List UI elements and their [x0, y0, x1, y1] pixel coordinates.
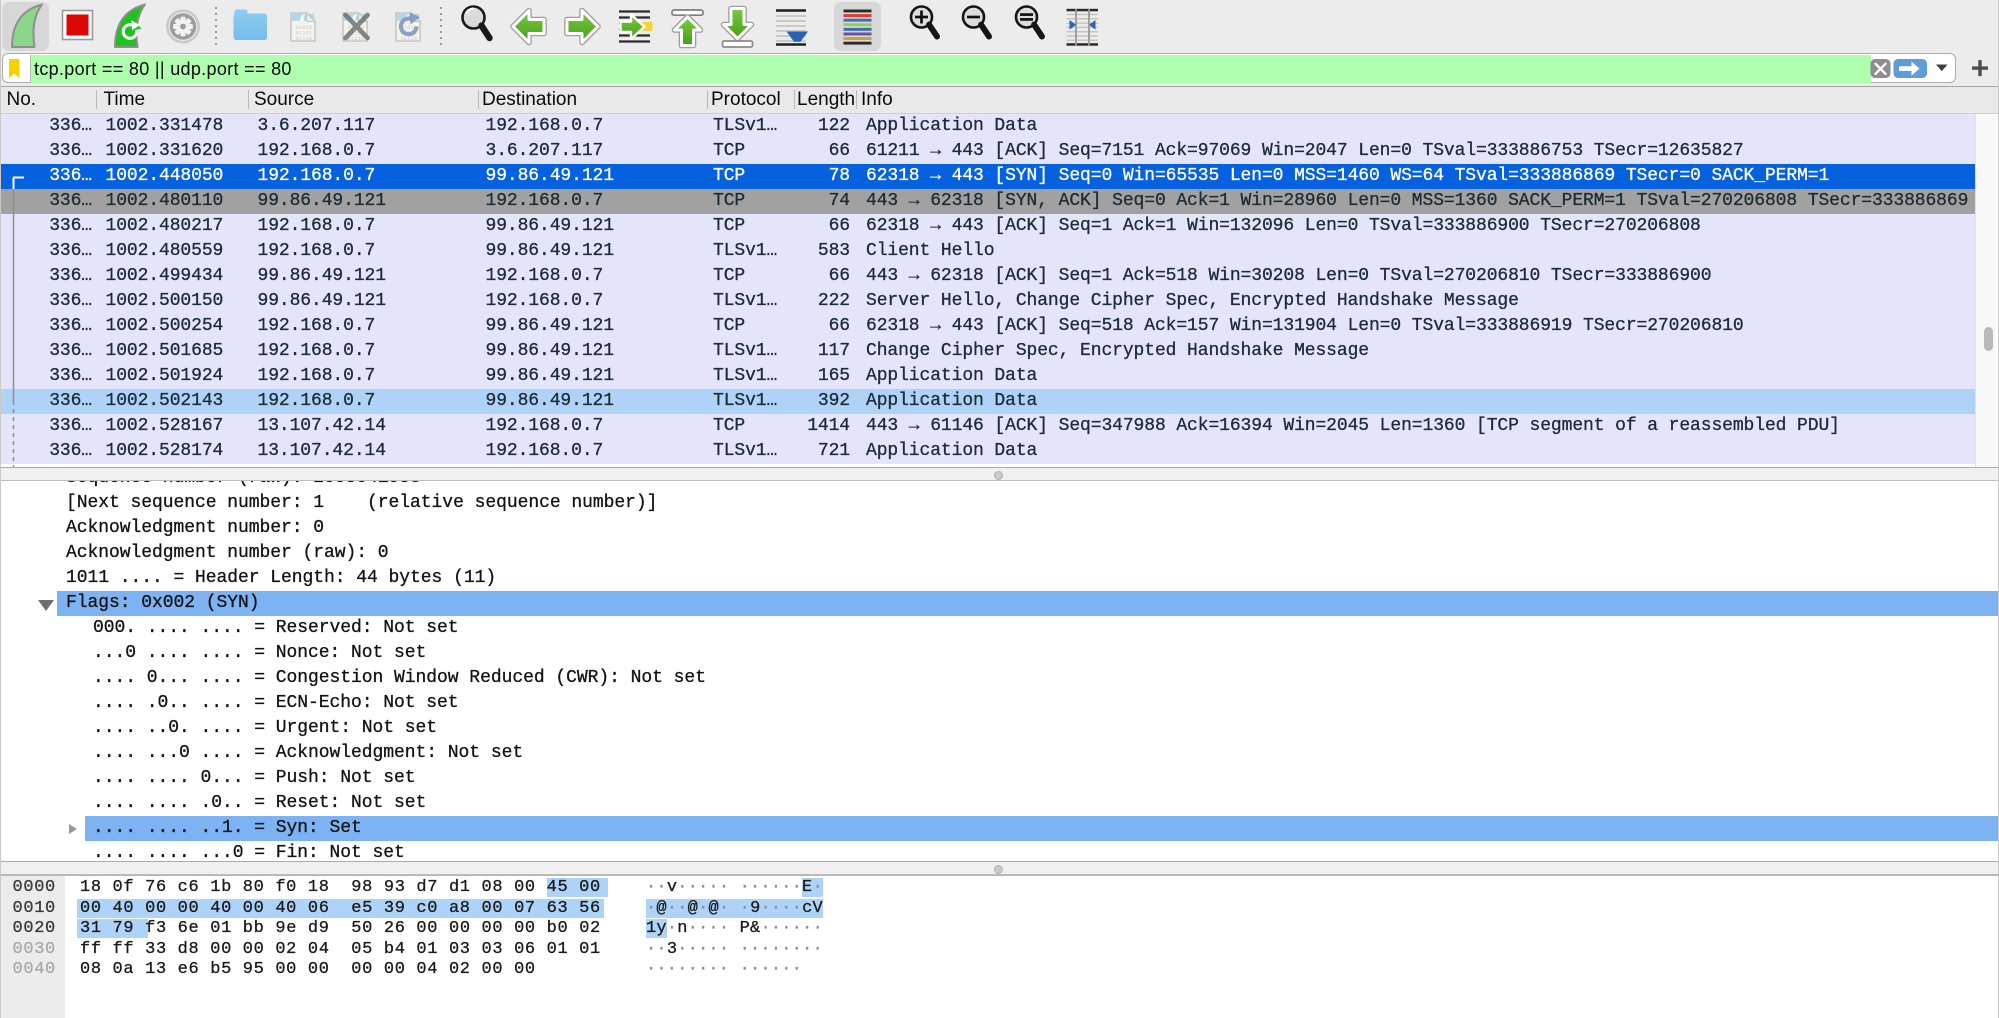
svg-text:01110: 01110	[296, 35, 313, 42]
